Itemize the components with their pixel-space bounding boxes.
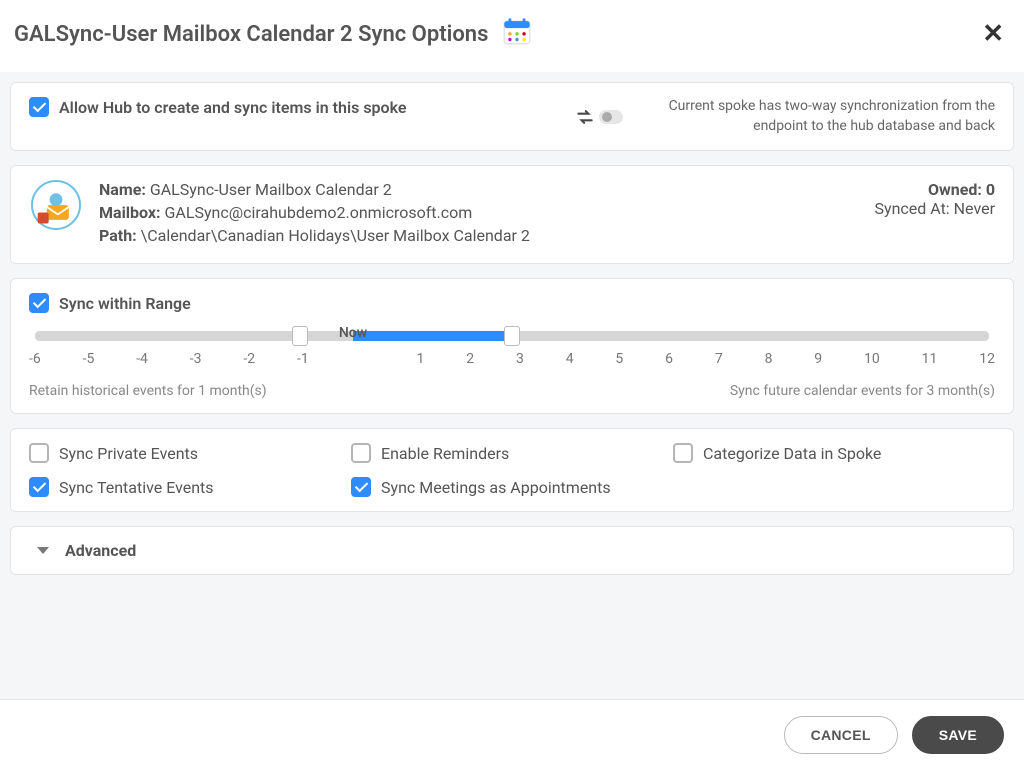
- opt-enable-reminders-checkbox[interactable]: [351, 443, 371, 463]
- opt-sync-meetings[interactable]: Sync Meetings as Appointments: [351, 477, 673, 497]
- allow-hub-checkbox[interactable]: [29, 97, 49, 117]
- range-sublabels: Retain historical events for 1 month(s) …: [29, 383, 995, 399]
- slider-tick: 11: [922, 351, 938, 367]
- modal-footer: CANCEL SAVE: [0, 699, 1024, 770]
- opt-sync-tentative-checkbox[interactable]: [29, 477, 49, 497]
- calendar-icon: [500, 14, 534, 54]
- chevron-down-icon: [37, 547, 49, 554]
- opt-sync-meetings-label: Sync Meetings as Appointments: [381, 478, 611, 497]
- allow-hub-row[interactable]: Allow Hub to create and sync items in th…: [29, 97, 407, 117]
- opt-enable-reminders-label: Enable Reminders: [381, 444, 509, 463]
- sync-description-text: Current spoke has two-way synchronizatio…: [635, 97, 995, 136]
- slider-tick: 10: [864, 351, 880, 367]
- now-label: Now: [339, 325, 367, 341]
- future-text: Sync future calendar events for 3 month(…: [730, 383, 995, 399]
- opt-sync-tentative[interactable]: Sync Tentative Events: [29, 477, 351, 497]
- modal-body: Allow Hub to create and sync items in th…: [0, 72, 1024, 699]
- slider-fill: [353, 331, 512, 341]
- toggle-indicator-icon: [599, 110, 623, 124]
- opt-sync-private-label: Sync Private Events: [59, 444, 198, 463]
- allow-hub-label: Allow Hub to create and sync items in th…: [59, 98, 407, 117]
- opt-sync-private[interactable]: Sync Private Events: [29, 443, 351, 463]
- info-name-line: Name: GALSync-User Mailbox Calendar 2: [99, 180, 859, 199]
- info-name-label: Name:: [99, 180, 146, 199]
- info-owned-line: Owned: 0: [875, 180, 996, 199]
- info-name-value: GALSync-User Mailbox Calendar 2: [150, 180, 392, 199]
- sync-range-label: Sync within Range: [59, 294, 191, 313]
- advanced-label: Advanced: [65, 541, 136, 560]
- slider-tick: -2: [243, 351, 255, 367]
- spoke-info-body: Name: GALSync-User Mailbox Calendar 2 Ma…: [99, 180, 859, 249]
- spoke-info-right: Owned: 0 Synced At: Never: [875, 180, 996, 218]
- advanced-section[interactable]: Advanced: [10, 526, 1014, 575]
- save-button[interactable]: SAVE: [912, 716, 1004, 754]
- slider-tick: 5: [615, 351, 623, 367]
- modal-header: GALSync-User Mailbox Calendar 2 Sync Opt…: [0, 0, 1024, 72]
- opt-categorize-checkbox[interactable]: [673, 443, 693, 463]
- opt-categorize-label: Categorize Data in Spoke: [703, 444, 881, 463]
- opt-categorize[interactable]: Categorize Data in Spoke: [673, 443, 995, 463]
- slider-tick: 7: [715, 351, 723, 367]
- allow-hub-card: Allow Hub to create and sync items in th…: [10, 82, 1014, 151]
- slider-tick: -4: [136, 351, 148, 367]
- info-synced-line: Synced At: Never: [875, 199, 996, 218]
- cancel-button[interactable]: CANCEL: [784, 716, 898, 754]
- info-mailbox-value: GALSync@cirahubdemo2.onmicrosoft.com: [165, 203, 473, 222]
- slider-tick: 1: [417, 351, 425, 367]
- range-slider[interactable]: Now: [35, 331, 989, 341]
- opt-sync-meetings-checkbox[interactable]: [351, 477, 371, 497]
- slider-tick: 4: [566, 351, 574, 367]
- opt-enable-reminders[interactable]: Enable Reminders: [351, 443, 673, 463]
- info-path-label: Path:: [99, 226, 137, 245]
- sync-range-card: Sync within Range Now -6-5-4-3-2-1123456…: [10, 278, 1014, 414]
- sync-options-modal: GALSync-User Mailbox Calendar 2 Sync Opt…: [0, 0, 1024, 770]
- mailbox-avatar-icon: [29, 180, 83, 234]
- retain-text: Retain historical events for 1 month(s): [29, 383, 267, 399]
- sync-options-card: Sync Private Events Enable Reminders Cat…: [10, 428, 1014, 512]
- slider-tick: -3: [190, 351, 202, 367]
- info-path-line: Path: \Calendar\Canadian Holidays\User M…: [99, 226, 859, 245]
- slider-tick: 2: [466, 351, 474, 367]
- two-way-sync-icon: [575, 107, 623, 127]
- info-owned-label: Owned:: [928, 180, 982, 199]
- slider-tick: 8: [765, 351, 773, 367]
- modal-title: GALSync-User Mailbox Calendar 2 Sync Opt…: [14, 22, 488, 47]
- sync-range-row[interactable]: Sync within Range: [29, 293, 995, 313]
- options-grid: Sync Private Events Enable Reminders Cat…: [29, 443, 995, 497]
- sync-description-wrap: Current spoke has two-way synchronizatio…: [575, 97, 995, 136]
- info-synced-label: Synced At:: [875, 199, 950, 218]
- opt-sync-tentative-label: Sync Tentative Events: [59, 478, 214, 497]
- slider-handle-future[interactable]: [504, 326, 520, 346]
- info-synced-value: Never: [954, 199, 995, 218]
- spoke-info-card: Name: GALSync-User Mailbox Calendar 2 Ma…: [10, 165, 1014, 264]
- info-path-value: \Calendar\Canadian Holidays\User Mailbox…: [141, 226, 530, 245]
- info-mailbox-line: Mailbox: GALSync@cirahubdemo2.onmicrosof…: [99, 203, 859, 222]
- slider-tick: 9: [814, 351, 822, 367]
- slider-tick: 3: [516, 351, 524, 367]
- info-owned-value: 0: [986, 180, 995, 199]
- opt-sync-private-checkbox[interactable]: [29, 443, 49, 463]
- sync-range-checkbox[interactable]: [29, 293, 49, 313]
- slider-ticks: -6-5-4-3-2-1123456789101112: [29, 351, 995, 367]
- close-icon[interactable]: ✕: [982, 21, 1004, 47]
- info-mailbox-label: Mailbox:: [99, 203, 161, 222]
- slider-tick: -5: [83, 351, 95, 367]
- modal-title-wrap: GALSync-User Mailbox Calendar 2 Sync Opt…: [14, 14, 534, 54]
- slider-tick: 6: [665, 351, 673, 367]
- slider-tick: 12: [979, 351, 995, 367]
- slider-handle-past[interactable]: [292, 326, 308, 346]
- slider-tick: -6: [29, 351, 41, 367]
- slider-tick: -1: [297, 351, 309, 367]
